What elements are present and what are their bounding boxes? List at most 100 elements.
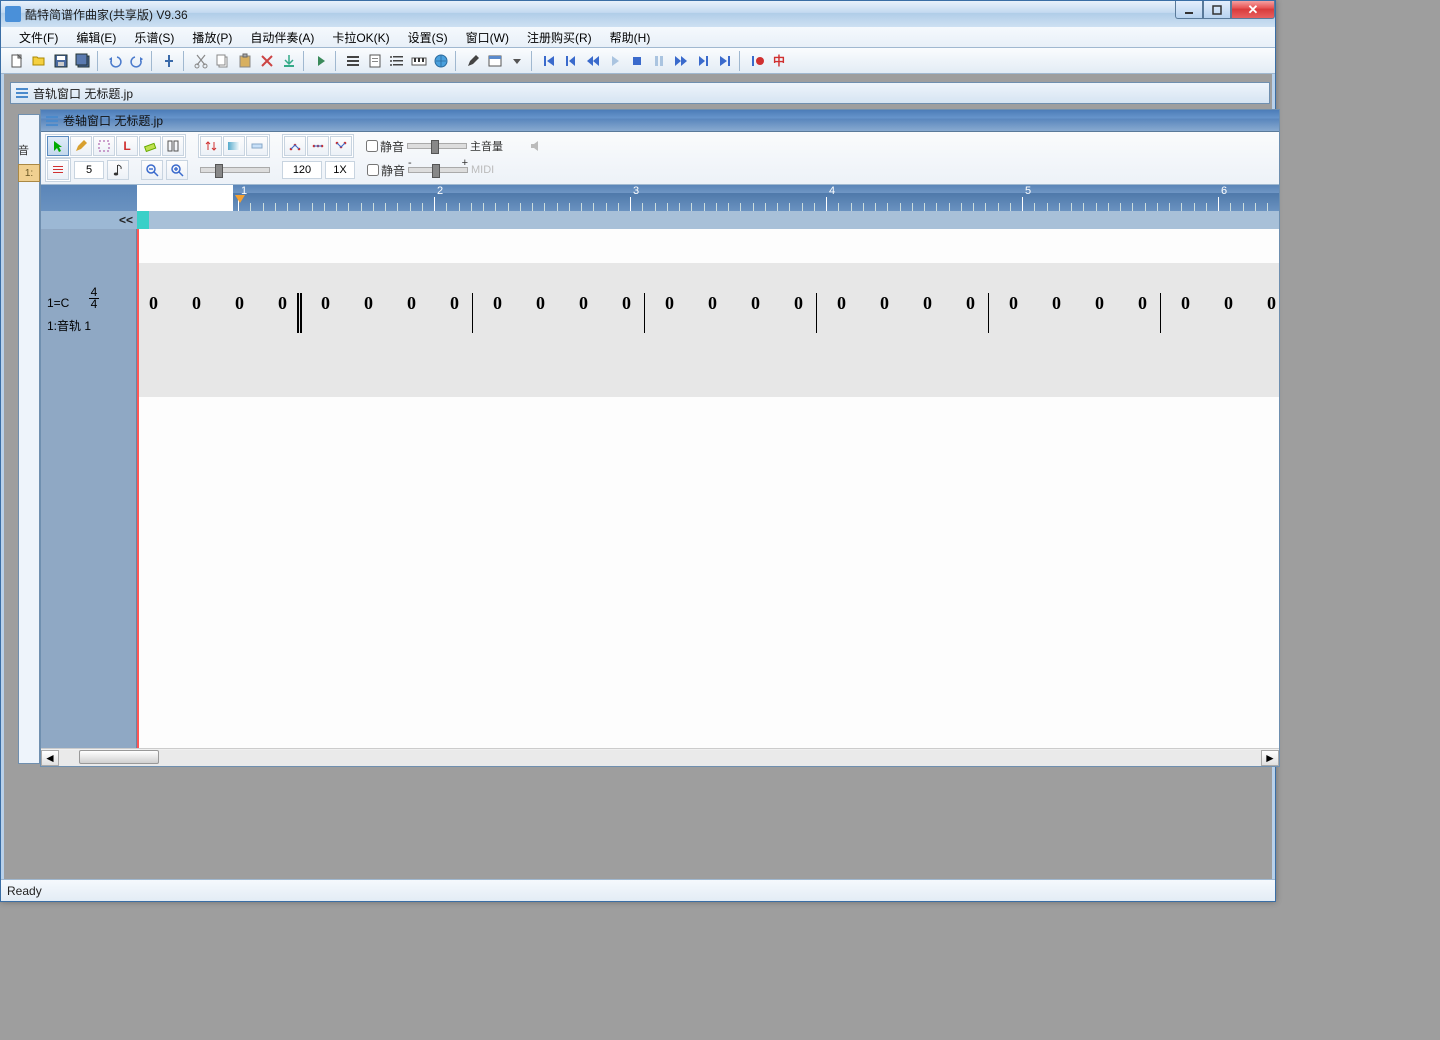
beats-input[interactable] [74,161,104,179]
zoom-out-button[interactable] [141,160,163,180]
note[interactable]: 0 [1224,293,1233,314]
pen-button[interactable] [463,51,483,71]
note[interactable]: 0 [1181,293,1190,314]
note[interactable]: 0 [579,293,588,314]
list-button[interactable] [387,51,407,71]
note[interactable]: 0 [192,293,201,314]
note[interactable]: 0 [1267,293,1276,314]
mute-check-1[interactable]: 静音 [366,138,404,155]
pointer-tool[interactable] [47,136,69,156]
play-button[interactable] [605,51,625,71]
note[interactable]: 0 [364,293,373,314]
note-tool[interactable] [107,160,129,180]
note[interactable]: 0 [837,293,846,314]
skip-end-button[interactable] [715,51,735,71]
lines-tool[interactable] [47,160,69,180]
skip-start-button[interactable] [539,51,559,71]
nav-block[interactable] [137,211,149,229]
undo-button[interactable] [105,51,125,71]
volume-slider-2[interactable] [408,167,468,173]
props-button[interactable] [485,51,505,71]
cn-button[interactable]: 中 [769,51,789,71]
note[interactable]: 0 [1095,293,1104,314]
note[interactable]: 0 [751,293,760,314]
forward-button[interactable] [671,51,691,71]
note[interactable]: 0 [794,293,803,314]
zoom-slider[interactable] [200,167,270,173]
bar-tool[interactable] [246,136,268,156]
cut-button[interactable] [191,51,211,71]
tempo-input[interactable] [282,161,322,179]
paste-button[interactable] [235,51,255,71]
dots-up-tool[interactable] [284,136,306,156]
align-left-button[interactable] [343,51,363,71]
play-small-button[interactable] [311,51,331,71]
note[interactable]: 0 [622,293,631,314]
menu-file[interactable]: 文件(F) [11,27,66,48]
menu-help[interactable]: 帮助(H) [602,27,659,48]
speed-input[interactable] [325,161,355,179]
mute-check-2[interactable]: 静音 [367,162,405,179]
download-button[interactable] [279,51,299,71]
lyric-tool[interactable]: L [116,136,138,156]
split-tool[interactable] [162,136,184,156]
time-ruler[interactable]: 123456 [233,185,1279,211]
record-button[interactable] [747,51,767,71]
note[interactable]: 0 [966,293,975,314]
menu-window[interactable]: 窗口(W) [458,27,517,48]
close-button[interactable]: ✕ [1231,1,1275,19]
roll-window-titlebar[interactable]: 卷轴窗口 无标题.jp [41,110,1279,132]
dots-mid-tool[interactable] [307,136,329,156]
redo-button[interactable] [127,51,147,71]
note[interactable]: 0 [278,293,287,314]
open-button[interactable] [29,51,49,71]
eraser-tool[interactable] [139,136,161,156]
note[interactable]: 0 [1052,293,1061,314]
note[interactable]: 0 [493,293,502,314]
menu-accomp[interactable]: 自动伴奏(A) [242,27,322,48]
note-lane[interactable] [137,263,1279,397]
keyboard-button[interactable] [409,51,429,71]
minimize-button[interactable] [1175,1,1203,19]
play-cursor[interactable] [137,229,139,748]
note[interactable]: 0 [923,293,932,314]
menu-register[interactable]: 注册购买(R) [519,27,600,48]
scroll-thumb[interactable] [79,750,159,764]
collapse-button[interactable]: << [41,211,137,229]
track-window-titlebar[interactable]: 音轨窗口 无标题.jp [10,82,1270,104]
note[interactable]: 0 [665,293,674,314]
delete-button[interactable] [257,51,277,71]
pause-button[interactable] [649,51,669,71]
copy-button[interactable] [213,51,233,71]
note[interactable]: 0 [536,293,545,314]
pencil-tool[interactable] [70,136,92,156]
save-all-button[interactable] [73,51,93,71]
note[interactable]: 0 [708,293,717,314]
stop-button[interactable] [627,51,647,71]
metronome-button[interactable] [159,51,179,71]
menu-settings[interactable]: 设置(S) [400,27,456,48]
rewind-button[interactable] [583,51,603,71]
gradient-tool[interactable] [223,136,245,156]
select-tool[interactable] [93,136,115,156]
menu-edit[interactable]: 编辑(E) [68,27,124,48]
note[interactable]: 0 [235,293,244,314]
save-button[interactable] [51,51,71,71]
note[interactable]: 0 [149,293,158,314]
maximize-button[interactable] [1203,1,1231,19]
note[interactable]: 0 [1138,293,1147,314]
dropdown-button[interactable] [507,51,527,71]
nav-track[interactable] [137,211,1279,229]
volume-slider-1[interactable] [407,143,467,149]
dots-down-tool[interactable] [330,136,352,156]
scroll-left-button[interactable]: ◄ [41,750,59,766]
next-button[interactable] [693,51,713,71]
globe-button[interactable] [431,51,451,71]
new-button[interactable] [7,51,27,71]
note[interactable]: 0 [1009,293,1018,314]
scroll-track[interactable] [59,750,1261,766]
menu-score[interactable]: 乐谱(S) [126,27,182,48]
note[interactable]: 0 [880,293,889,314]
note[interactable]: 0 [407,293,416,314]
scroll-right-button[interactable]: ► [1261,750,1279,766]
